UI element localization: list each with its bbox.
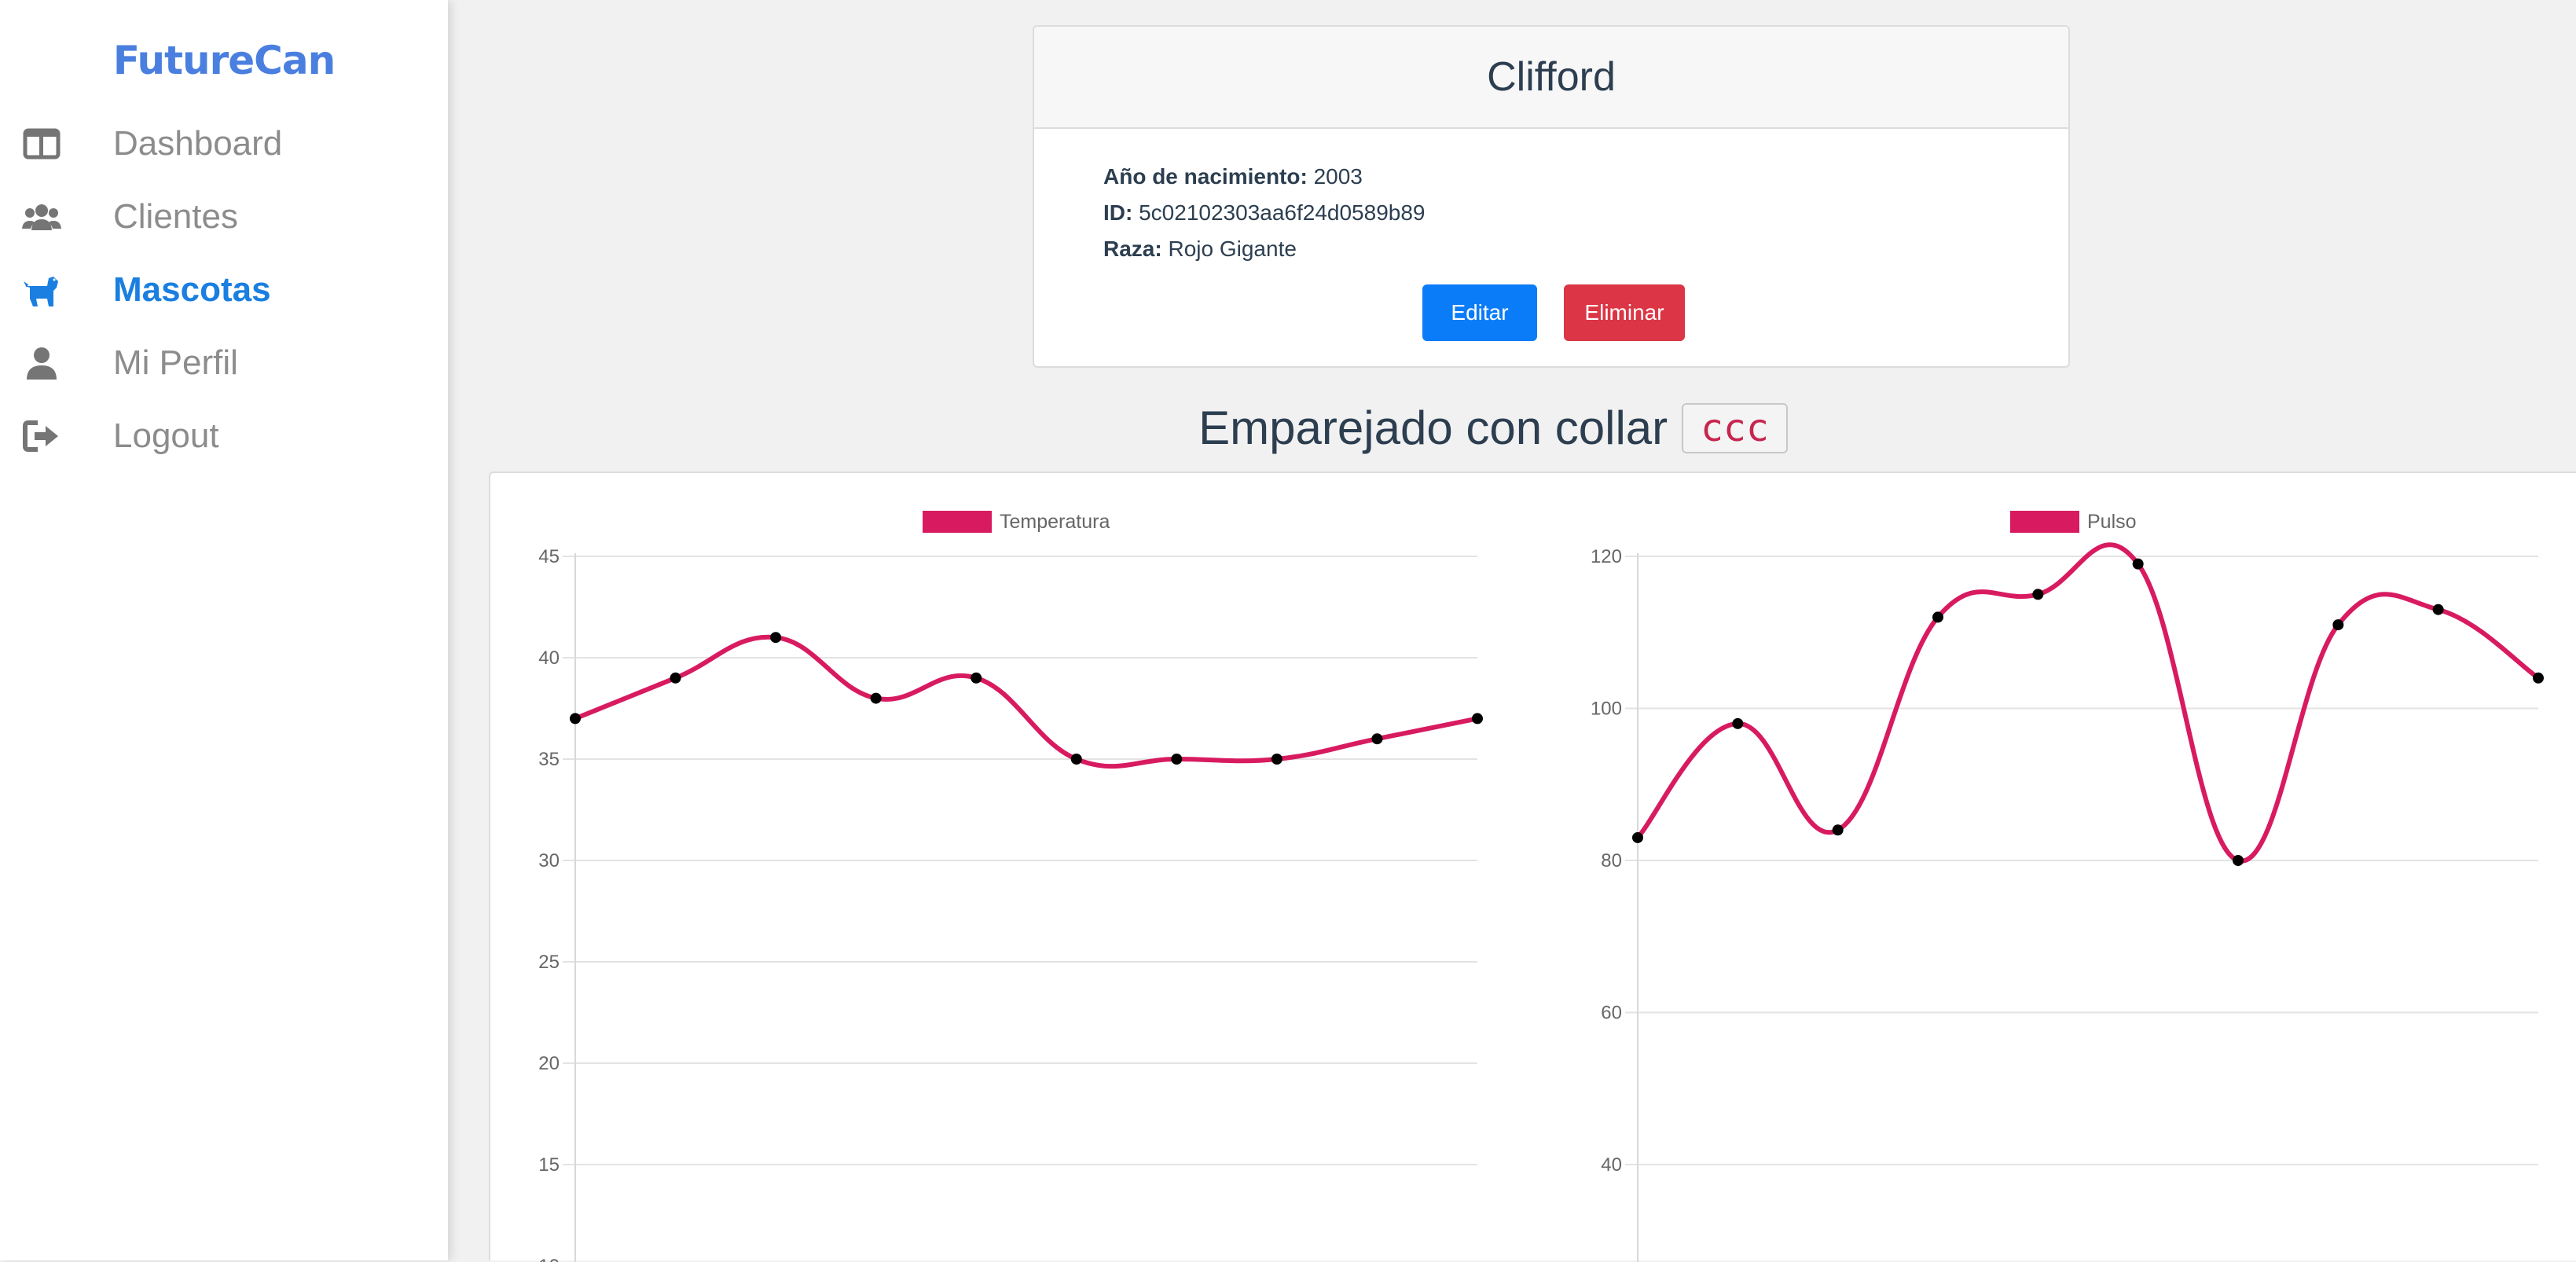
data-point (770, 632, 782, 644)
brand-logo[interactable]: FutureCan (0, 38, 448, 83)
sidebar-item-label: Mi Perfil (113, 343, 238, 382)
sidebar-item-logout[interactable]: Logout (22, 409, 431, 464)
collar-code-badge: ccc (1682, 402, 1788, 453)
sidebar-item-clientes[interactable]: Clientes (22, 189, 431, 244)
data-point (1070, 754, 1082, 765)
sidebar-item-dashboard[interactable]: Dashboard (22, 116, 431, 171)
collar-title: Emparejado con collar (1198, 402, 1668, 454)
sidebar-item-label: Mascotas (113, 270, 271, 309)
birth-year-label: Año de nacimiento: (1103, 164, 1308, 189)
pet-card: Clifford Año de nacimiento: 2003 ID: 5c0… (1033, 25, 2070, 368)
data-point (670, 672, 681, 684)
dashboard-icon (22, 122, 66, 166)
id-value: 5c02102303aa6f24d0589b89 (1139, 200, 1426, 225)
data-point (2032, 589, 2044, 600)
dog-icon (22, 268, 66, 312)
breed-label: Raza: (1103, 237, 1162, 261)
y-tick-label: 80 (1601, 850, 1622, 871)
id-row: ID: 5c02102303aa6f24d0589b89 (1103, 195, 1425, 231)
legend-swatch (923, 511, 992, 533)
y-tick-label: 60 (1601, 1003, 1622, 1024)
id-label: ID: (1103, 200, 1133, 225)
series-line (1635, 542, 2540, 864)
delete-button[interactable]: Eliminar (1564, 284, 1685, 341)
sidebar-item-label: Logout (113, 416, 219, 455)
data-point (570, 713, 581, 725)
sidebar: FutureCan Dashboard Clientes Mascotas Mi… (0, 0, 448, 1260)
y-tick-label: 30 (538, 850, 560, 871)
pet-details: Año de nacimiento: 2003 ID: 5c02102303aa… (1103, 159, 1425, 267)
data-point (2132, 558, 2144, 570)
legend-swatch (2010, 511, 2079, 533)
logout-icon (22, 414, 66, 458)
data-point (2432, 603, 2444, 615)
pet-name: Clifford (1034, 27, 2068, 129)
y-tick-label: 35 (538, 749, 560, 770)
y-tick-label: 40 (1601, 1154, 1622, 1176)
data-point (1371, 733, 1383, 745)
sidebar-item-label: Clientes (113, 197, 238, 236)
data-point (1171, 754, 1183, 765)
data-point (1271, 754, 1282, 765)
legend-label: Temperatura (1000, 511, 1110, 533)
breed-value: Rojo Gigante (1168, 237, 1297, 261)
y-tick-label: 40 (538, 648, 560, 669)
breed-row: Raza: Rojo Gigante (1103, 231, 1425, 267)
series-line (574, 634, 1478, 769)
y-tick-label: 10 (538, 1256, 560, 1262)
data-point (2332, 619, 2344, 631)
y-tick-label: 20 (538, 1053, 560, 1074)
data-point (2233, 855, 2244, 866)
data-point (1832, 824, 1844, 836)
data-point (1472, 713, 1483, 725)
y-tick-label: 15 (538, 1154, 560, 1176)
birth-year-row: Año de nacimiento: 2003 (1103, 159, 1425, 195)
data-point (1732, 717, 1744, 729)
y-tick-label: 25 (538, 952, 560, 973)
y-tick-label: 100 (1591, 699, 1622, 720)
data-point (971, 672, 982, 684)
data-point (1932, 611, 1943, 623)
y-tick-label: 120 (1591, 546, 1622, 567)
birth-year-value: 2003 (1313, 164, 1363, 189)
data-point (2533, 672, 2544, 684)
sidebar-item-mi-perfil[interactable]: Mi Perfil (22, 336, 431, 391)
sidebar-item-mascotas[interactable]: Mascotas (22, 262, 431, 317)
data-point (1632, 831, 1643, 843)
legend-label: Pulso (2087, 511, 2137, 533)
data-point (870, 692, 882, 704)
collar-heading: Emparejado con collar ccc (943, 401, 2043, 455)
sidebar-item-label: Dashboard (113, 124, 283, 163)
charts-panel: Temperatura 45 40 35 30 25 20 15 10 Pulso 120 100 80… (489, 471, 2576, 1262)
y-tick-label: 45 (538, 546, 560, 567)
users-icon (22, 195, 66, 239)
user-icon (22, 341, 66, 385)
charts-canvas: Temperatura 45 40 35 30 25 20 15 10 Pulso 120 100 80… (538, 511, 2544, 1262)
edit-button[interactable]: Editar (1422, 284, 1537, 341)
